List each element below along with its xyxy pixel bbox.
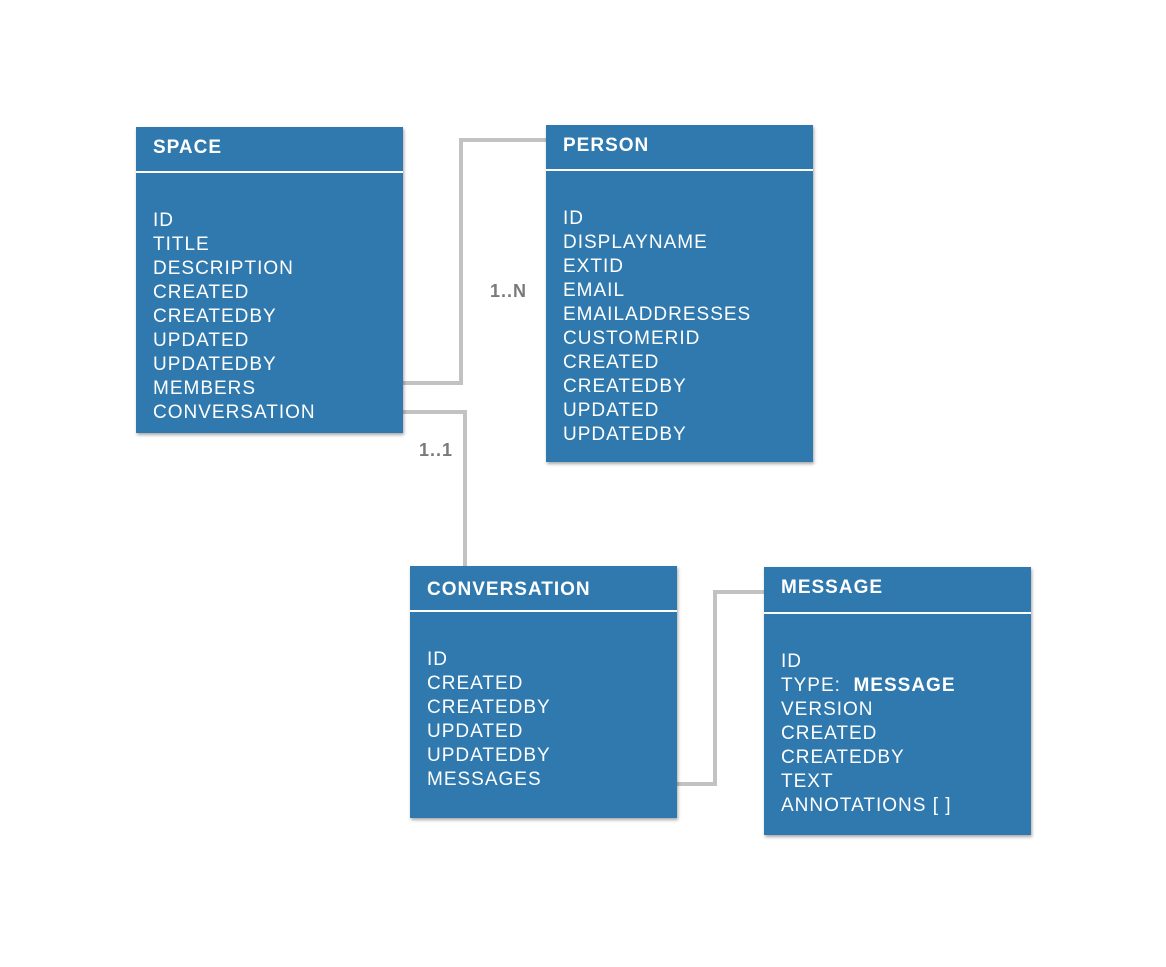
field-type-value: MESSAGE xyxy=(853,675,956,696)
field-id: ID xyxy=(781,651,802,672)
entity-title: MESSAGE xyxy=(764,567,1031,614)
field-createdby: CREATEDBY xyxy=(427,697,551,718)
field-text: TEXT xyxy=(781,771,834,792)
field-updated: UPDATED xyxy=(427,721,524,742)
field-list: ID CREATED CREATEDBY UPDATED UPDATEDBY M… xyxy=(410,612,677,792)
field-id: ID xyxy=(563,208,584,229)
field-created: CREATED xyxy=(781,723,878,744)
field-emailaddresses: EMAILADDRESSES xyxy=(563,304,752,325)
entity-title: CONVERSATION xyxy=(410,566,677,612)
field-description: DESCRIPTION xyxy=(153,258,294,279)
field-title: TITLE xyxy=(153,234,210,255)
field-messages: MESSAGES xyxy=(427,769,542,790)
field-version: VERSION xyxy=(781,699,874,720)
field-displayname: DISPLAYNAME xyxy=(563,232,708,253)
field-created: CREATED xyxy=(427,673,524,694)
field-list: ID TYPE: MESSAGE VERSION CREATED CREATED… xyxy=(764,614,1031,818)
field-conversation: CONVERSATION xyxy=(153,402,316,423)
field-customerid: CUSTOMERID xyxy=(563,328,701,349)
field-id: ID xyxy=(427,649,448,670)
entity-person: PERSON ID DISPLAYNAME EXTID EMAIL EMAILA… xyxy=(546,125,813,462)
field-list: ID DISPLAYNAME EXTID EMAIL EMAILADDRESSE… xyxy=(546,171,813,447)
field-updatedby: UPDATEDBY xyxy=(563,424,687,445)
field-created: CREATED xyxy=(153,282,250,303)
field-updatedby: UPDATEDBY xyxy=(153,354,277,375)
field-updated: UPDATED xyxy=(563,400,660,421)
entity-message: MESSAGE ID TYPE: MESSAGE VERSION CREATED… xyxy=(764,567,1031,835)
cardinality-label-members: 1..N xyxy=(490,281,528,301)
field-id: ID xyxy=(153,210,174,231)
field-type: TYPE: MESSAGE xyxy=(781,674,1031,698)
entity-title: PERSON xyxy=(546,125,813,171)
field-updatedby: UPDATEDBY xyxy=(427,745,551,766)
entity-title: SPACE xyxy=(136,127,403,173)
field-updated: UPDATED xyxy=(153,330,250,351)
field-createdby: CREATEDBY xyxy=(781,747,905,768)
field-email: EMAIL xyxy=(563,280,626,301)
field-annotations: ANNOTATIONS [ ] xyxy=(781,795,952,816)
entity-space: SPACE ID TITLE DESCRIPTION CREATED CREAT… xyxy=(136,127,403,433)
field-createdby: CREATEDBY xyxy=(563,376,687,397)
field-members: MEMBERS xyxy=(153,378,257,399)
field-type-label: TYPE: xyxy=(781,675,841,696)
field-extid: EXTID xyxy=(563,256,624,277)
field-created: CREATED xyxy=(563,352,660,373)
field-list: ID TITLE DESCRIPTION CREATED CREATEDBY U… xyxy=(136,173,403,425)
field-createdby: CREATEDBY xyxy=(153,306,277,327)
entity-conversation: CONVERSATION ID CREATED CREATEDBY UPDATE… xyxy=(410,566,677,818)
cardinality-label-conversation: 1..1 xyxy=(419,440,454,460)
